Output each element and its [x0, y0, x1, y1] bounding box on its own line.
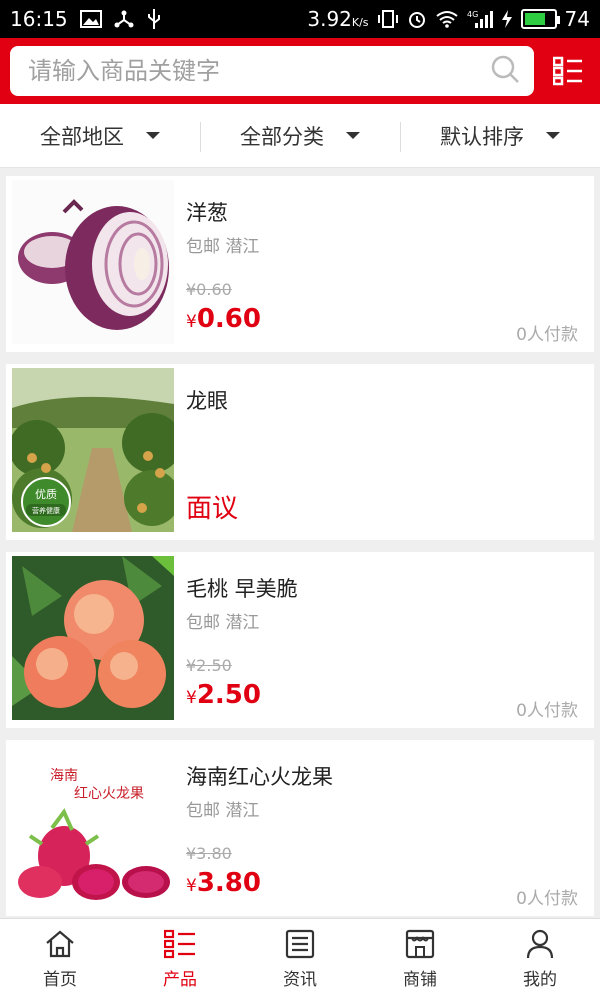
nav-products-label: 产品 — [163, 970, 197, 990]
nav-home-label: 首页 — [43, 970, 77, 990]
alarm-icon — [407, 8, 427, 30]
battery-level — [524, 13, 546, 25]
battery-icon — [520, 9, 560, 29]
filter-bar: 全部地区 全部分类 默认排序 — [0, 104, 600, 168]
current-price: ¥0.60 — [186, 304, 261, 334]
product-info: 龙眼 面议 — [174, 368, 588, 536]
caret-down-icon — [546, 132, 560, 139]
nav-products[interactable]: 产品 — [120, 919, 240, 1000]
product-image-longan: 优质 营养健康 — [12, 368, 174, 532]
wifi-icon — [435, 8, 459, 30]
product-image-dragonfruit: 海南 红心火龙果 — [12, 744, 174, 908]
image-icon — [79, 8, 102, 30]
share-icon — [114, 8, 134, 30]
product-info: 毛桃 早美脆 包邮 潜江 ¥2.50 ¥2.50 0人付款 — [174, 556, 588, 724]
product-card[interactable]: 毛桃 早美脆 包邮 潜江 ¥2.50 ¥2.50 0人付款 — [6, 552, 594, 728]
nav-news-label: 资讯 — [283, 970, 317, 990]
status-bar: 16:15 3.92K/s 4G 74 — [0, 0, 600, 38]
product-name: 龙眼 — [186, 389, 228, 413]
search-box[interactable] — [10, 46, 534, 96]
signal-icon: 4G — [467, 8, 493, 30]
original-price: ¥0.60 — [186, 280, 232, 299]
caret-down-icon — [346, 132, 360, 139]
svg-text:优质: 优质 — [35, 488, 57, 501]
current-price: ¥2.50 — [186, 680, 261, 710]
current-price: ¥3.80 — [186, 868, 261, 898]
nav-me-label: 我的 — [523, 970, 557, 990]
product-name: 洋葱 — [186, 201, 228, 225]
usb-icon — [146, 8, 162, 30]
filter-region-label: 全部地区 — [40, 124, 124, 149]
original-price: ¥3.80 — [186, 844, 232, 863]
vibrate-icon — [377, 8, 399, 30]
nav-me[interactable]: 我的 — [480, 919, 600, 1000]
charging-icon — [501, 8, 513, 30]
svg-text:红心火龙果: 红心火龙果 — [74, 786, 144, 802]
category-menu-button[interactable] — [548, 51, 588, 91]
paid-count: 0人付款 — [516, 889, 578, 909]
shop-icon — [405, 929, 435, 959]
network-speed: 3.92K/s — [307, 7, 369, 31]
product-list: 洋葱 包邮 潜江 ¥0.60 ¥0.60 0人付款 优质 营养健康 龙眼 面议 … — [6, 176, 594, 928]
search-icon[interactable] — [490, 54, 520, 88]
product-image-peach — [12, 556, 174, 720]
filter-category[interactable]: 全部分类 — [200, 104, 400, 167]
paid-count: 0人付款 — [516, 325, 578, 345]
filter-sort-label: 默认排序 — [440, 124, 524, 149]
price-negotiable: 面议 — [186, 494, 239, 524]
product-name: 毛桃 早美脆 — [186, 577, 298, 601]
original-price: ¥2.50 — [186, 656, 232, 675]
nav-shop[interactable]: 商铺 — [360, 919, 480, 1000]
home-icon — [46, 930, 74, 958]
nav-home[interactable]: 首页 — [0, 919, 120, 1000]
product-shipping: 包邮 潜江 — [186, 613, 260, 633]
nav-shop-label: 商铺 — [403, 970, 437, 990]
grid-list-icon — [164, 929, 195, 959]
svg-text:海南: 海南 — [50, 768, 78, 784]
filter-region[interactable]: 全部地区 — [0, 104, 200, 167]
product-card[interactable]: 优质 营养健康 龙眼 面议 — [6, 364, 594, 540]
clock: 16:15 — [10, 7, 68, 31]
header-bar — [0, 38, 600, 104]
nav-news[interactable]: 资讯 — [240, 919, 360, 1000]
svg-text:4G: 4G — [467, 10, 478, 19]
list-menu-icon — [553, 56, 582, 86]
news-icon — [285, 929, 315, 959]
product-info: 洋葱 包邮 潜江 ¥0.60 ¥0.60 0人付款 — [174, 180, 588, 348]
product-shipping: 包邮 潜江 — [186, 801, 260, 821]
product-name: 海南红心火龙果 — [186, 765, 333, 789]
product-card[interactable]: 洋葱 包邮 潜江 ¥0.60 ¥0.60 0人付款 — [6, 176, 594, 352]
filter-sort[interactable]: 默认排序 — [400, 104, 600, 167]
product-info: 海南红心火龙果 包邮 潜江 ¥3.80 ¥3.80 0人付款 — [174, 744, 588, 912]
filter-category-label: 全部分类 — [240, 124, 324, 149]
caret-down-icon — [146, 132, 160, 139]
bottom-nav: 首页 产品 资讯 商铺 我的 — [0, 918, 600, 1000]
product-shipping: 包邮 潜江 — [186, 237, 260, 257]
paid-count: 0人付款 — [516, 701, 578, 721]
user-icon — [526, 929, 554, 959]
svg-text:营养健康: 营养健康 — [32, 506, 60, 515]
product-image-onion — [12, 180, 174, 344]
battery-percent: 74 — [564, 7, 590, 31]
product-card[interactable]: 海南 红心火龙果 海南红心火龙果 包邮 潜江 ¥3.80 ¥3.80 0人付款 — [6, 740, 594, 916]
search-input[interactable] — [28, 57, 490, 85]
